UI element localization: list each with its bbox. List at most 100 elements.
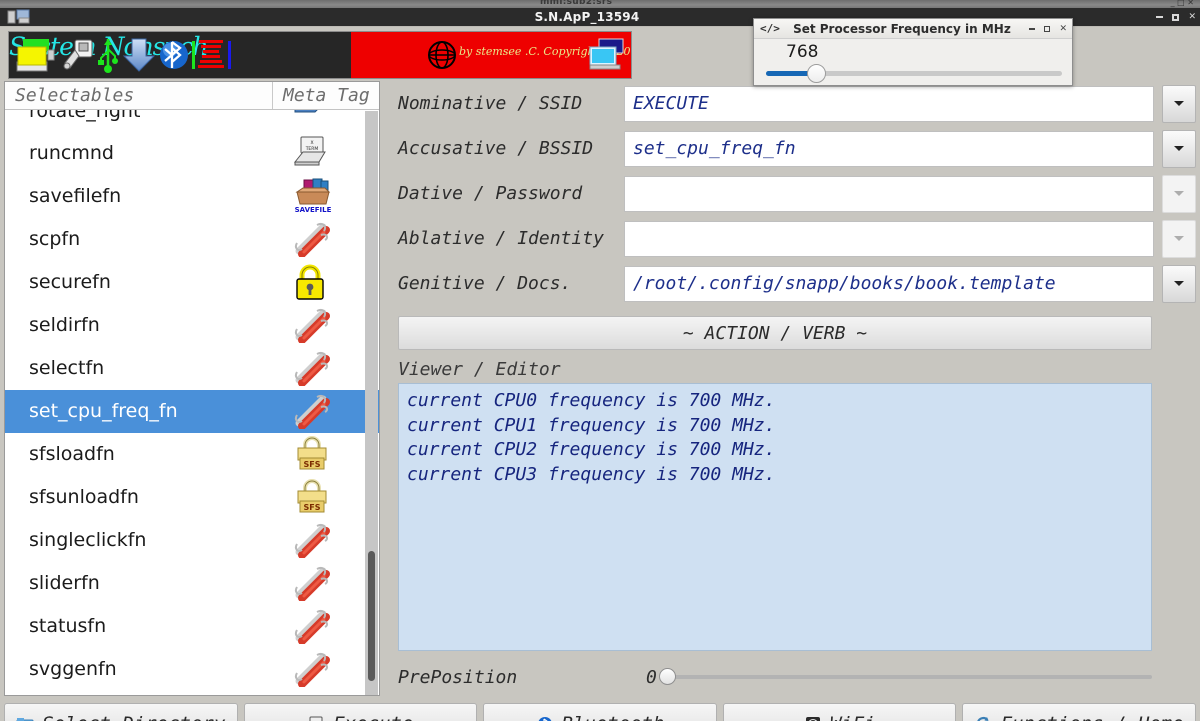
preposition-value: 0 bbox=[646, 666, 657, 688]
sfs-box-icon: SFS bbox=[293, 478, 331, 519]
list-item[interactable]: set_cpu_freq_fn bbox=[5, 390, 379, 433]
footer-button-bluetooth[interactable]: Bluetooth bbox=[483, 703, 717, 721]
form-field-input[interactable]: set_cpu_freq_fn bbox=[624, 130, 1154, 167]
preposition-slider-thumb[interactable] bbox=[658, 668, 676, 685]
footer-button-execute[interactable]: Execute bbox=[243, 703, 478, 721]
chevron-down-icon bbox=[1174, 191, 1184, 196]
savefile-box-icon: SAVEFILE bbox=[293, 178, 333, 220]
plug-icon bbox=[61, 36, 95, 74]
usb-icon bbox=[97, 36, 119, 74]
viewer-label: Viewer / Editor bbox=[398, 359, 561, 380]
app-window-icon bbox=[0, 8, 34, 26]
form-row: Accusative / BSSID set_cpu_freq_fn bbox=[386, 126, 1196, 171]
list-item-label: singleclickfn bbox=[29, 529, 147, 551]
footer-button-functions-home[interactable]: Functions / Home bbox=[962, 703, 1196, 721]
chevron-down-icon bbox=[1174, 101, 1184, 106]
list-item[interactable]: seldirfn bbox=[5, 304, 379, 347]
dialog-window-controls[interactable]: ✕ bbox=[1029, 24, 1067, 34]
action-verb-bar[interactable]: ~ ACTION / VERB ~ bbox=[398, 316, 1152, 350]
list-item[interactable]: sfsloadfn SFS bbox=[5, 433, 379, 476]
form-field-input[interactable] bbox=[624, 220, 1154, 257]
svg-text:SFS: SFS bbox=[304, 460, 321, 469]
footer-button-label: WiFi bbox=[830, 713, 876, 721]
list-item[interactable]: statusfn bbox=[5, 605, 379, 648]
form-field-dropdown-button[interactable] bbox=[1162, 219, 1196, 258]
viewer-line: current CPU1 frequency is 700 MHz. bbox=[407, 414, 776, 436]
form-row: Dative / Password bbox=[386, 171, 1196, 216]
footer-button-select-directory[interactable]: Select Directory bbox=[4, 703, 238, 721]
list-item[interactable]: runcmnd X TERM bbox=[5, 132, 379, 175]
form-field-dropdown-button[interactable] bbox=[1162, 129, 1196, 168]
globe-icon bbox=[427, 40, 457, 70]
dialog-minimize-icon[interactable] bbox=[1029, 27, 1036, 30]
swiss-knife-icon bbox=[293, 565, 331, 605]
footer-button-label: Bluetooth bbox=[562, 713, 665, 721]
scrollbar-thumb[interactable] bbox=[368, 551, 375, 681]
svg-text:TERM: TERM bbox=[305, 146, 319, 152]
dialog-title: Set Processor Frequency in MHz bbox=[793, 21, 1011, 36]
list-item[interactable]: securefn bbox=[5, 261, 379, 304]
bottom-button-bar: Select Directory Execute Bluetooth WiFi Func… bbox=[0, 699, 1200, 721]
list-item-label: sliderfn bbox=[29, 572, 100, 594]
form-field-dropdown-button[interactable] bbox=[1162, 174, 1196, 213]
dialog-close-icon[interactable]: ✕ bbox=[1059, 24, 1067, 34]
list-item[interactable]: selectfn bbox=[5, 347, 379, 390]
monitor-icon bbox=[587, 37, 627, 73]
chevron-down-icon bbox=[1174, 146, 1184, 151]
list-item-label: rotate_right bbox=[29, 110, 141, 122]
list-item-label: sfsloadfn bbox=[29, 443, 115, 465]
preposition-slider[interactable] bbox=[658, 668, 1152, 686]
footer-button-label: Select Directory bbox=[42, 713, 225, 721]
form-field-input[interactable] bbox=[624, 175, 1154, 212]
list-item[interactable]: scpfn bbox=[5, 218, 379, 261]
form-field-input[interactable]: /root/.config/snapp/books/book.template bbox=[624, 265, 1154, 302]
selectables-panel: Selectables Meta Tag rotate_right runcmnd… bbox=[4, 81, 380, 696]
form-row: Nominative / SSID EXECUTE bbox=[386, 81, 1196, 126]
xterm-icon: X TERM bbox=[293, 135, 327, 171]
form-row: Genitive / Docs. /root/.config/snapp/book… bbox=[386, 261, 1196, 306]
dialog-maximize-icon[interactable] bbox=[1044, 25, 1051, 32]
chevron-down-icon bbox=[1174, 236, 1184, 241]
list-scrollbar[interactable] bbox=[365, 111, 378, 695]
yellow-padlock-icon bbox=[293, 264, 327, 304]
app-banner: System Nonsuch ApP by stemsee .C. Copyri… bbox=[8, 31, 632, 79]
swiss-knife-icon bbox=[293, 221, 331, 261]
form-field-dropdown-button[interactable] bbox=[1162, 84, 1196, 123]
list-item[interactable]: sfsunloadfn SFS bbox=[5, 476, 379, 519]
list-item-label: runcmnd bbox=[29, 142, 114, 164]
list-item-label: savefilefn bbox=[29, 185, 122, 207]
minimize-icon[interactable] bbox=[1156, 16, 1164, 18]
selectables-list[interactable]: rotate_rightruncmnd X TERM savefilefn SAVEFI… bbox=[5, 110, 379, 695]
code-tag-icon: </> bbox=[760, 22, 780, 35]
list-item[interactable]: savefilefn SAVEFILE bbox=[5, 175, 379, 218]
list-item[interactable]: singleclickfn bbox=[5, 519, 379, 562]
bluetooth-small-icon bbox=[536, 715, 554, 721]
frequency-slider[interactable] bbox=[762, 63, 1062, 83]
list-item-label: set_cpu_freq_fn bbox=[29, 400, 178, 422]
tux-penguin-icon bbox=[293, 694, 327, 695]
window-controls[interactable]: ✕ bbox=[1156, 8, 1196, 26]
dialog-titlebar: </> Set Processor Frequency in MHz ✕ bbox=[754, 19, 1072, 39]
viewer-editor[interactable]: current CPU0 frequency is 700 MHz. curren… bbox=[398, 383, 1152, 651]
maximize-icon[interactable] bbox=[1172, 13, 1180, 21]
preposition-label: PrePosition bbox=[398, 666, 518, 688]
list-item[interactable]: svgnumfn bbox=[5, 691, 379, 695]
frequency-slider-thumb[interactable] bbox=[806, 64, 826, 83]
swiss-knife-icon bbox=[293, 350, 331, 390]
swiss-knife-icon bbox=[293, 522, 331, 562]
application-frame: System Nonsuch ApP by stemsee .C. Copyri… bbox=[0, 26, 1200, 721]
close-icon[interactable]: ✕ bbox=[1188, 12, 1196, 22]
footer-button-wifi[interactable]: WiFi bbox=[722, 703, 957, 721]
list-item[interactable]: sliderfn bbox=[5, 562, 379, 605]
list-item-label: seldirfn bbox=[29, 314, 100, 336]
list-item[interactable]: rotate_right bbox=[5, 110, 379, 132]
swiss-knife-icon bbox=[293, 307, 331, 347]
viewer-line: current CPU2 frequency is 700 MHz. bbox=[407, 439, 776, 460]
form-field-dropdown-button[interactable] bbox=[1162, 264, 1196, 303]
list-item[interactable]: svggenfn bbox=[5, 648, 379, 691]
viewer-line: current CPU0 frequency is 700 MHz. bbox=[407, 390, 776, 411]
preposition-row: PrePosition 0 bbox=[398, 657, 1152, 697]
set-frequency-dialog[interactable]: </> Set Processor Frequency in MHz ✕ 768 bbox=[753, 18, 1073, 86]
form-field-input[interactable]: EXECUTE bbox=[624, 85, 1154, 122]
form-field-label: Accusative / BSSID bbox=[398, 138, 594, 159]
